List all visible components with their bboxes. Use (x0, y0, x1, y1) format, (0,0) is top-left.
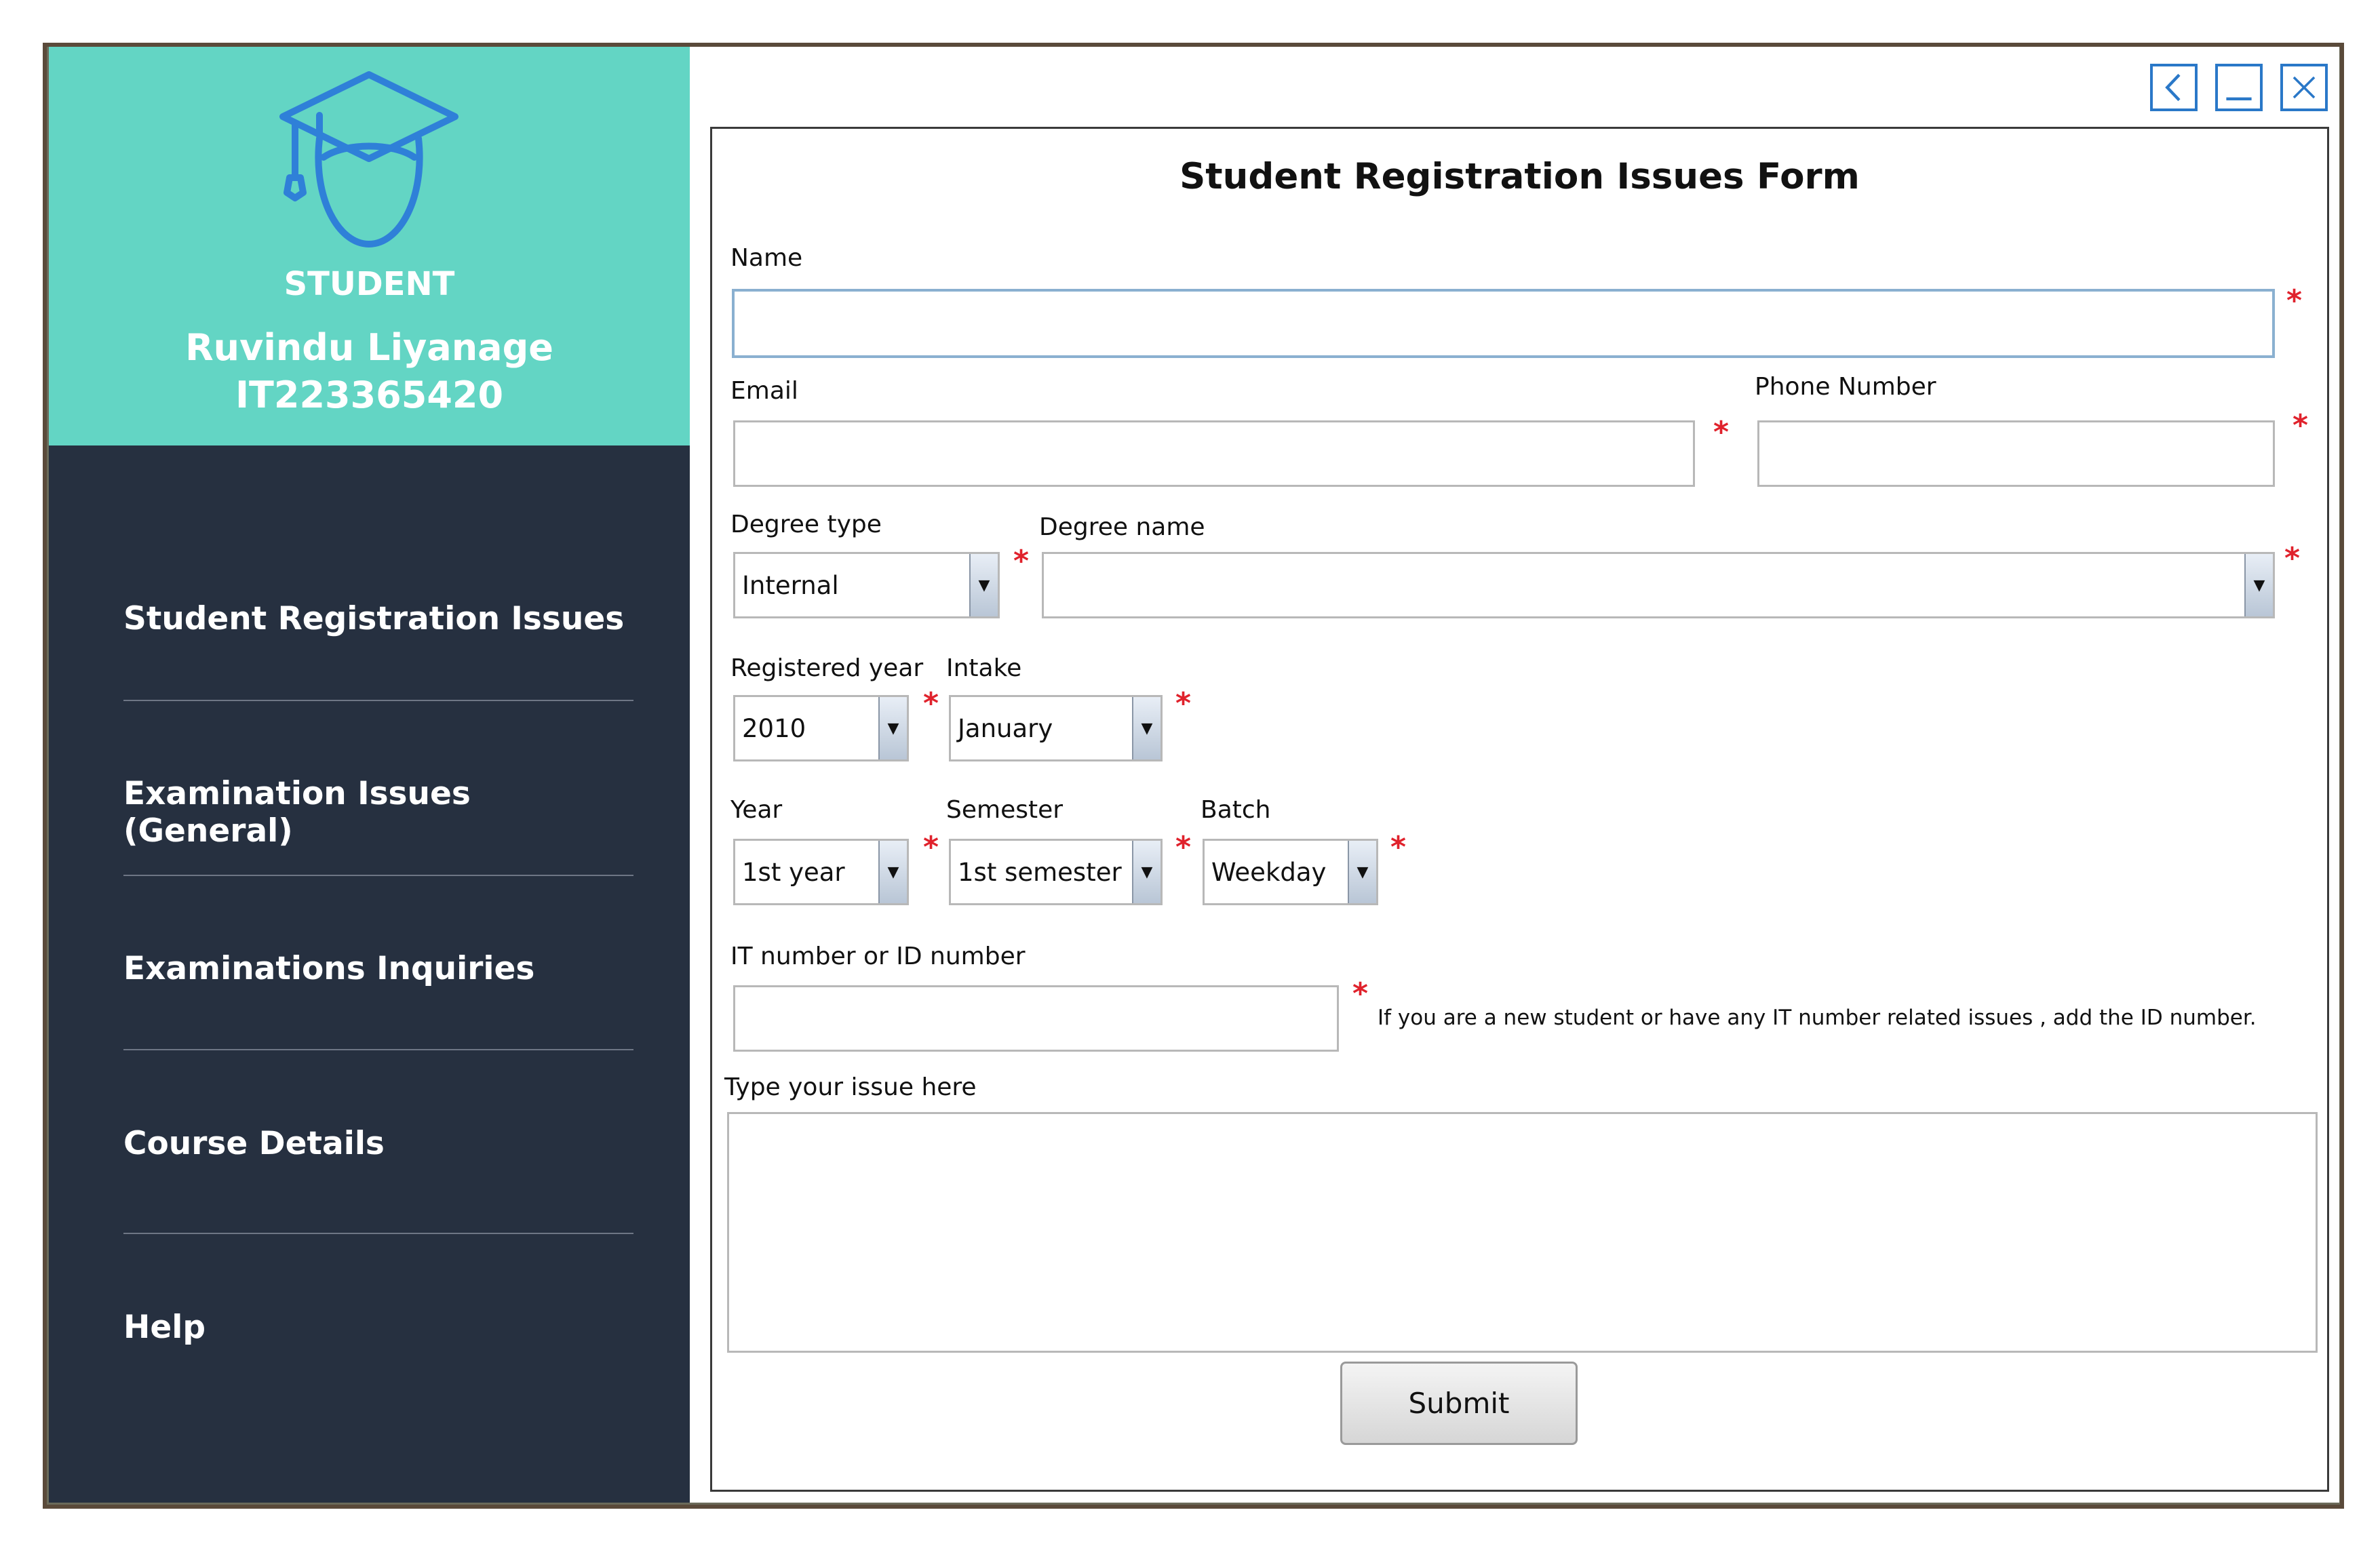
intake-select[interactable]: January ▼ (949, 695, 1163, 761)
form-title: Student Registration Issues Form (1179, 156, 1860, 197)
semester-label: Semester (946, 796, 1064, 824)
minimize-button[interactable] (2215, 64, 2263, 111)
name-field[interactable] (732, 289, 2275, 358)
profile-name: Ruvindu Liyanage (185, 326, 553, 369)
required-marker: * (2286, 283, 2303, 318)
back-icon (2165, 73, 2181, 102)
student-graduate-icon (271, 62, 467, 259)
semester-value: 1st semester (958, 857, 1122, 887)
it-number-note: If you are a new student or have any IT … (1378, 1006, 2257, 1030)
chevron-down-icon: ▼ (878, 841, 907, 903)
profile-panel: STUDENT Ruvindu Liyanage IT223365420 (49, 47, 690, 445)
menu-divider (123, 700, 633, 701)
required-marker: * (1175, 830, 1192, 865)
menu-divider (123, 875, 633, 876)
it-number-label: IT number or ID number (730, 943, 1026, 970)
chevron-down-icon: ▼ (969, 554, 998, 616)
email-field[interactable] (733, 420, 1695, 487)
year-value: 1st year (742, 857, 845, 887)
menu-divider (123, 1233, 633, 1234)
app-window: STUDENT Ruvindu Liyanage IT223365420 Stu… (49, 47, 2339, 1503)
sidebar-item-course-details[interactable]: Course Details (123, 1125, 633, 1162)
close-button[interactable] (2280, 64, 2328, 111)
required-marker: * (2293, 408, 2309, 443)
degree-name-label: Degree name (1039, 513, 1205, 541)
year-select[interactable]: 1st year ▼ (733, 839, 909, 905)
submit-button[interactable]: Submit (1340, 1362, 1578, 1445)
intake-label: Intake (946, 654, 1022, 682)
degree-type-value: Internal (742, 570, 839, 600)
close-icon (2293, 76, 2316, 99)
phone-label: Phone Number (1755, 373, 1936, 401)
registered-year-select[interactable]: 2010 ▼ (733, 695, 909, 761)
batch-label: Batch (1201, 796, 1271, 824)
it-number-field[interactable] (733, 985, 1339, 1052)
chevron-down-icon: ▼ (1348, 841, 1376, 903)
issue-label: Type your issue here (724, 1073, 977, 1101)
sidebar: STUDENT Ruvindu Liyanage IT223365420 Stu… (49, 47, 690, 1503)
required-marker: * (923, 686, 939, 721)
semester-select[interactable]: 1st semester ▼ (949, 839, 1163, 905)
degree-type-label: Degree type (730, 511, 882, 538)
required-marker: * (1175, 686, 1192, 721)
minimize-icon (2226, 97, 2252, 101)
required-marker: * (1713, 415, 1730, 450)
degree-type-select[interactable]: Internal ▼ (733, 552, 1000, 618)
chevron-down-icon: ▼ (1132, 697, 1160, 759)
chevron-down-icon: ▼ (1132, 841, 1160, 903)
required-marker: * (1390, 830, 1407, 865)
required-marker: * (2284, 541, 2301, 576)
required-marker: * (923, 830, 939, 865)
batch-value: Weekday (1211, 857, 1327, 887)
profile-id: IT223365420 (235, 374, 504, 416)
profile-role: STUDENT (284, 265, 455, 303)
chevron-down-icon: ▼ (2244, 554, 2273, 616)
registration-form: Student Registration Issues Form Name * … (710, 127, 2329, 1492)
sidebar-item-student-registration-issues[interactable]: Student Registration Issues (123, 600, 633, 637)
registered-year-value: 2010 (742, 713, 806, 743)
batch-select[interactable]: Weekday ▼ (1203, 839, 1378, 905)
required-marker: * (1352, 976, 1369, 1011)
issue-textarea[interactable] (727, 1112, 2318, 1353)
sidebar-item-examination-issues[interactable]: Examination Issues (General) (123, 775, 633, 850)
name-label: Name (730, 244, 803, 272)
year-label: Year (730, 796, 783, 824)
menu-divider (123, 1049, 633, 1050)
email-label: Email (730, 377, 798, 405)
required-marker: * (1013, 544, 1030, 578)
degree-name-select[interactable]: ▼ (1042, 552, 2275, 618)
sidebar-item-examinations-inquiries[interactable]: Examinations Inquiries (123, 950, 633, 987)
sidebar-item-help[interactable]: Help (123, 1309, 633, 1346)
intake-value: January (958, 713, 1053, 743)
chevron-down-icon: ▼ (878, 697, 907, 759)
registered-year-label: Registered year (730, 654, 924, 682)
back-button[interactable] (2150, 64, 2198, 111)
phone-number-field[interactable] (1757, 420, 2275, 487)
